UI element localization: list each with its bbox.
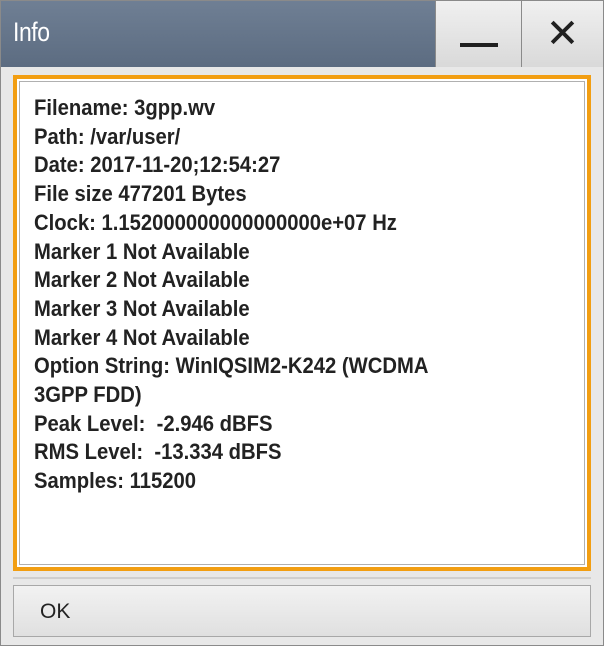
- window-title: Info: [13, 17, 50, 47]
- divider: [13, 577, 591, 579]
- info-line-marker-4: Marker 4 Not Available: [34, 324, 250, 350]
- title-bar[interactable]: Info ✕: [1, 1, 603, 67]
- info-text-area[interactable]: Filename: 3gpp.wv Path: /var/user/ Date:…: [13, 75, 591, 571]
- info-line-marker-2: Marker 2 Not Available: [34, 267, 250, 293]
- info-line-path: Path: /var/user/: [34, 123, 181, 149]
- info-line-clock: Clock: 1.152000000000000000e+07 Hz: [34, 209, 397, 235]
- info-line-file-size: File size 477201 Bytes: [34, 181, 247, 207]
- minimize-icon: [460, 43, 498, 47]
- ok-button[interactable]: OK: [13, 585, 591, 637]
- info-line-samples: Samples: 115200: [34, 468, 197, 494]
- close-icon: ✕: [545, 11, 580, 57]
- info-line-option-string: Option String: WinIQSIM2-K242 (WCDMA: [34, 353, 429, 379]
- info-line-peak-level: Peak Level: -2.946 dBFS: [34, 410, 273, 436]
- info-line-marker-1: Marker 1 Not Available: [34, 238, 250, 264]
- ok-button-label: OK: [40, 600, 71, 623]
- info-line-filename: Filename: 3gpp.wv: [34, 95, 216, 120]
- info-line-date: Date: 2017-11-20;12:54:27: [34, 152, 281, 178]
- info-line-marker-3: Marker 3 Not Available: [34, 295, 250, 321]
- info-text-frame: Filename: 3gpp.wv Path: /var/user/ Date:…: [19, 81, 585, 565]
- info-line-option-string-cont: 3GPP FDD): [34, 382, 142, 408]
- minimize-button[interactable]: [435, 1, 521, 67]
- close-button[interactable]: ✕: [521, 1, 603, 67]
- info-line-rms-level: RMS Level: -13.334 dBFS: [34, 439, 282, 465]
- info-dialog: Info ✕ Filename: 3gpp.wv Path: /var/user…: [0, 0, 604, 646]
